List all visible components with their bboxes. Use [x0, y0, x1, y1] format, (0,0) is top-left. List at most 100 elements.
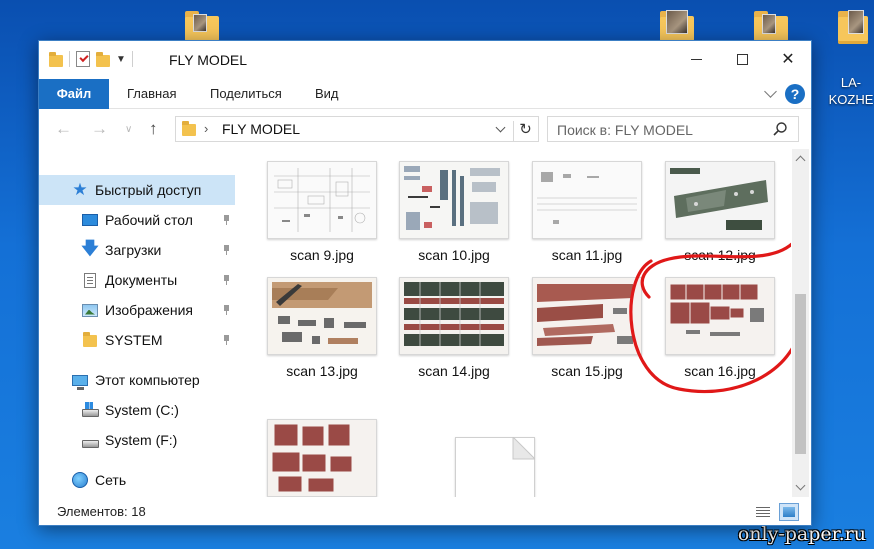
sidebar-item-quick-access[interactable]: ★ Быстрый доступ: [39, 175, 235, 205]
forward-arrow-icon[interactable]: →: [91, 119, 108, 139]
sidebar-item-label: Рабочий стол: [105, 212, 193, 228]
file-thumbnail[interactable]: [665, 277, 775, 355]
file-view: scan 9.jpg scan 10.jpg scan 11.jpg scan …: [239, 149, 791, 497]
file-thumbnail[interactable]: [267, 161, 377, 239]
refresh-button[interactable]: ↻: [513, 121, 537, 141]
explorer-window: ▼ FLY MODEL ✕ Файл Главная Поделиться Ви…: [38, 40, 812, 526]
help-button[interactable]: ?: [785, 84, 805, 104]
pin-icon: [221, 215, 231, 225]
file-thumbnail[interactable]: [665, 161, 775, 239]
close-icon: ✕: [781, 51, 795, 68]
maximize-button[interactable]: [719, 41, 765, 77]
file-name[interactable]: scan 15.jpg: [520, 363, 654, 379]
back-arrow-icon[interactable]: ←: [55, 119, 72, 139]
folder-icon: [49, 51, 63, 67]
star-icon: ★: [72, 180, 88, 199]
minimize-icon: [690, 58, 702, 60]
minimize-button[interactable]: [673, 41, 719, 77]
pin-icon: [221, 335, 231, 345]
sidebar-item-desktop[interactable]: Рабочий стол: [39, 205, 235, 235]
sidebar-item-label: Документы: [105, 272, 178, 288]
search-input[interactable]: Поиск в: FLY MODEL: [557, 122, 693, 138]
ribbon: Файл Главная Поделиться Вид ?: [39, 79, 811, 109]
large-icons-view-icon[interactable]: [779, 503, 799, 521]
pin-icon: [221, 305, 231, 315]
sidebar-item-label: System (C:): [105, 402, 179, 418]
tab-share[interactable]: Поделиться: [210, 79, 282, 109]
tab-home[interactable]: Главная: [127, 79, 176, 109]
window-title: FLY MODEL: [169, 52, 248, 68]
desktop-folder-icon[interactable]: [836, 8, 874, 46]
navigation-bar: ← → ∨ ↑ › FLY MODEL ↻ Поиск в: FLY MODEL: [39, 109, 811, 149]
navigation-pane: ★ Быстрый доступ Рабочий стол 🡇 Загрузки…: [39, 157, 239, 497]
pin-icon: [221, 245, 231, 255]
sidebar-item-this-pc[interactable]: Этот компьютер: [39, 365, 235, 395]
file-name[interactable]: scan 10.jpg: [387, 247, 521, 263]
sidebar-item-label: Изображения: [105, 302, 193, 318]
download-icon: 🡇: [81, 238, 99, 258]
file-thumbnail[interactable]: [532, 161, 642, 239]
sidebar-item-documents[interactable]: Документы: [39, 265, 235, 295]
file-name[interactable]: scan 16.jpg: [653, 363, 787, 379]
sidebar-item-label: Этот компьютер: [95, 372, 200, 388]
sidebar-item-system-folder[interactable]: SYSTEM: [39, 325, 235, 355]
search-box[interactable]: Поиск в: FLY MODEL: [547, 116, 799, 142]
details-view-icon[interactable]: [753, 503, 773, 521]
separator: [131, 51, 133, 67]
file-thumbnail[interactable]: [399, 277, 509, 355]
sidebar-item-drive-f[interactable]: System (F:): [39, 425, 235, 455]
properties-icon[interactable]: [76, 51, 90, 67]
sidebar-item-downloads[interactable]: 🡇 Загрузки: [39, 235, 235, 265]
file-name[interactable]: scan 13.jpg: [255, 363, 389, 379]
file-name[interactable]: scan 9.jpg: [255, 247, 389, 263]
sidebar-item-network[interactable]: Сеть: [39, 465, 235, 495]
customize-toolbar-icon[interactable]: ▼: [116, 54, 126, 65]
status-bar: Элементов: 18: [39, 497, 811, 527]
recent-locations-icon[interactable]: ∨: [125, 124, 132, 135]
network-icon: [71, 472, 89, 488]
tab-file[interactable]: Файл: [39, 79, 109, 109]
item-count: Элементов: 18: [57, 504, 146, 519]
chevron-down-icon[interactable]: [495, 122, 506, 133]
refresh-icon: ↻: [519, 121, 532, 138]
address-path[interactable]: FLY MODEL: [222, 121, 300, 137]
file-name[interactable]: scan 14.jpg: [387, 363, 521, 379]
maximize-icon: [736, 53, 748, 65]
drive-icon: [81, 436, 99, 452]
file-thumbnail[interactable]: [455, 437, 535, 497]
new-folder-icon[interactable]: [96, 51, 110, 67]
file-thumbnail[interactable]: [267, 277, 377, 355]
vertical-scrollbar[interactable]: [792, 149, 809, 497]
pictures-icon: [81, 302, 99, 318]
system-drive-icon: [81, 402, 99, 421]
expand-ribbon-icon[interactable]: [764, 85, 777, 98]
scrollbar-thumb[interactable]: [795, 294, 806, 454]
tab-view[interactable]: Вид: [315, 79, 339, 109]
close-button[interactable]: ✕: [765, 41, 811, 77]
sidebar-item-label: Загрузки: [105, 242, 162, 258]
desktop-folder-label[interactable]: LA- KOZHE: [828, 74, 874, 108]
file-name[interactable]: scan 12.jpg: [653, 247, 787, 263]
chevron-right-icon[interactable]: ›: [204, 121, 208, 136]
file-thumbnail[interactable]: [399, 161, 509, 239]
scroll-down-icon[interactable]: [795, 480, 806, 491]
sidebar-item-label: Быстрый доступ: [95, 182, 202, 198]
separator: [69, 51, 70, 67]
quick-access-toolbar: ▼: [49, 51, 133, 67]
folder-icon: [81, 332, 99, 348]
title-bar[interactable]: ▼ FLY MODEL ✕: [39, 41, 811, 79]
computer-icon: [71, 372, 89, 390]
file-thumbnail[interactable]: [532, 277, 642, 355]
search-icon[interactable]: [772, 121, 788, 137]
pin-icon: [221, 275, 231, 285]
sidebar-item-pictures[interactable]: Изображения: [39, 295, 235, 325]
sidebar-item-label: Сеть: [95, 472, 127, 488]
caption-buttons: ✕: [673, 41, 811, 77]
file-name[interactable]: scan 11.jpg: [520, 247, 654, 263]
sidebar-item-drive-c[interactable]: System (C:): [39, 395, 235, 425]
file-thumbnail[interactable]: [267, 419, 377, 497]
up-arrow-icon[interactable]: ↑: [149, 119, 158, 139]
document-icon: [81, 272, 99, 288]
address-bar[interactable]: › FLY MODEL: [175, 116, 539, 142]
scroll-up-icon[interactable]: [795, 155, 806, 166]
